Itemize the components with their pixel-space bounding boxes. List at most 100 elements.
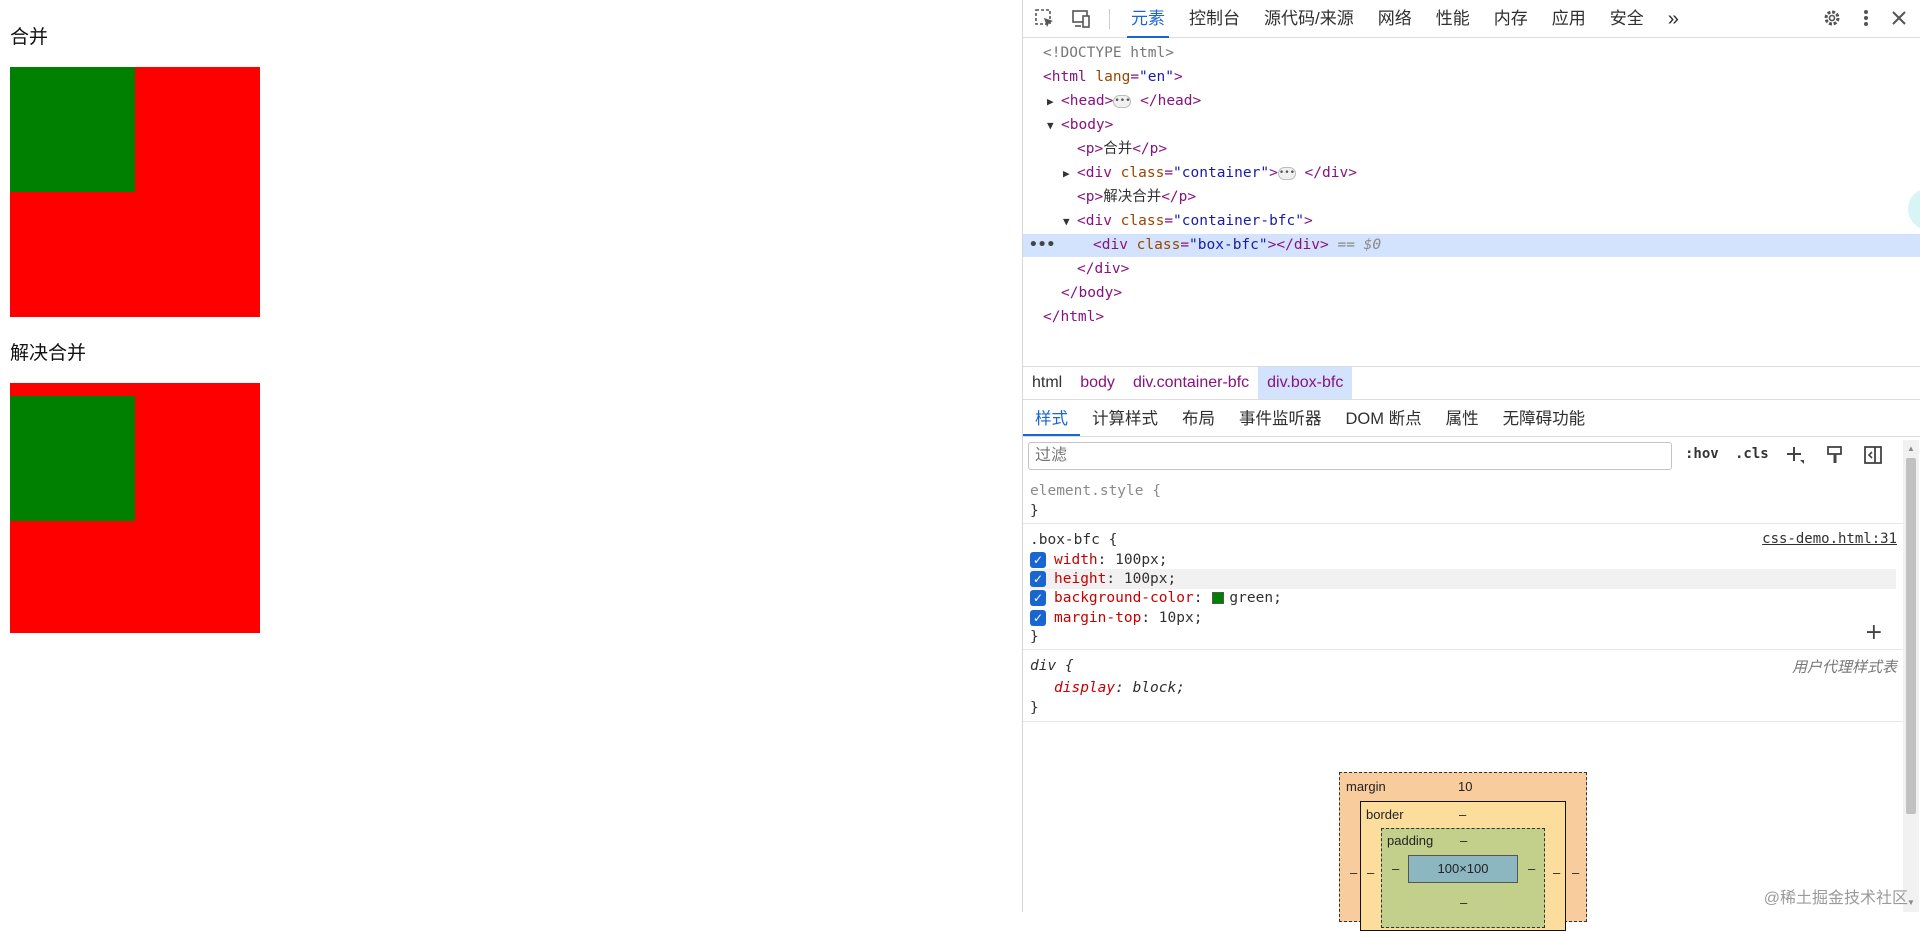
dom-p-merge[interactable]: <p>合并</p>: [1077, 138, 1167, 161]
color-swatch[interactable]: [1212, 592, 1225, 604]
padding-top-value[interactable]: –: [1460, 833, 1467, 848]
watermark: @稀土掘金技术社区: [1763, 890, 1908, 907]
toolbar-separator: [1109, 9, 1110, 29]
collapse-triangle-icon[interactable]: ▼: [1063, 210, 1077, 233]
box-model-content[interactable]: 100×100: [1408, 855, 1518, 883]
scrollbar-thumb[interactable]: [1906, 458, 1916, 814]
element-style-close: }: [1030, 503, 1039, 519]
ua-prop-display: display: block;: [1054, 680, 1185, 696]
tab-network[interactable]: 网络: [1366, 0, 1424, 38]
dom-tree: <!DOCTYPE html> <html lang="en"> ▶ <head>…: [1023, 40, 1920, 330]
add-property-plus-icon[interactable]: +: [1865, 620, 1883, 645]
border-right-value[interactable]: –: [1553, 865, 1560, 880]
heading-unmerge: 解决合并: [10, 342, 87, 364]
box-model-margin: margin 10 – – border – – – padding – – –…: [1339, 772, 1587, 931]
border-left-value[interactable]: –: [1367, 865, 1374, 880]
tab-dom-breakpoints[interactable]: DOM 断点: [1334, 401, 1434, 436]
settings-gear-icon[interactable]: [1821, 7, 1843, 34]
user-agent-stylesheet-label: 用户代理样式表: [1791, 659, 1897, 676]
border-label: border: [1366, 807, 1404, 822]
checkbox-checked-icon[interactable]: ✓: [1030, 590, 1046, 606]
inspect-element-icon[interactable]: [1033, 7, 1057, 31]
tab-security[interactable]: 安全: [1598, 0, 1656, 38]
node-actions-ellipsis-icon[interactable]: •••: [1029, 234, 1055, 257]
prop-margin-top[interactable]: ✓ margin-top: 10px;: [1030, 608, 1202, 628]
prop-background-color[interactable]: ✓ background-color: green;: [1030, 588, 1282, 608]
tab-properties[interactable]: 属性: [1434, 401, 1491, 436]
tab-application[interactable]: 应用: [1540, 0, 1598, 38]
device-toolbar-icon[interactable]: [1069, 7, 1093, 31]
cls-toggle-button[interactable]: .cls: [1735, 446, 1769, 462]
ua-div-selector[interactable]: div {: [1030, 656, 1074, 676]
padding-right-value[interactable]: –: [1528, 861, 1535, 876]
prop-width[interactable]: ✓ width: 100px;: [1030, 550, 1168, 570]
dom-html-open[interactable]: <html lang="en">: [1043, 66, 1183, 89]
tab-elements[interactable]: 元素: [1119, 0, 1177, 38]
padding-label: padding: [1387, 833, 1434, 848]
checkbox-checked-icon[interactable]: ✓: [1030, 552, 1046, 568]
margin-left-value[interactable]: –: [1350, 865, 1357, 880]
element-style-selector[interactable]: element.style {: [1030, 481, 1161, 501]
border-top-value[interactable]: –: [1459, 807, 1466, 822]
dom-html-close[interactable]: </html>: [1043, 306, 1104, 329]
green-box-bfc: [10, 396, 135, 521]
breadcrumb-html[interactable]: html: [1023, 367, 1071, 399]
more-options-kebab-icon[interactable]: [1859, 7, 1873, 34]
rule-source-link[interactable]: css-demo.html:31: [1762, 531, 1897, 547]
filter-input[interactable]: [1028, 442, 1672, 470]
tab-accessibility[interactable]: 无障碍功能: [1491, 401, 1598, 436]
page-viewport: 合并 解决合并: [0, 0, 1022, 912]
margin-right-value[interactable]: –: [1572, 865, 1579, 880]
scroll-down-arrow-icon[interactable]: ▼: [1907, 898, 1915, 907]
tab-event-listeners[interactable]: 事件监听器: [1227, 401, 1334, 436]
dom-div-container[interactable]: ▶ <div class="container">••• </div>: [1063, 162, 1357, 185]
devtools-panel: 元素 控制台 源代码/来源 网络 性能 内存 应用 安全 » <!DOCTYPE…: [1022, 0, 1920, 931]
checkbox-checked-icon[interactable]: ✓: [1030, 610, 1046, 626]
dom-div-box-bfc-selected[interactable]: ••• <div class="box-bfc"></div> == $0: [1023, 234, 1920, 257]
breadcrumb-box-bfc[interactable]: div.box-bfc: [1258, 367, 1353, 399]
new-rule-plus-icon[interactable]: [1783, 444, 1807, 468]
dom-body-close[interactable]: </body>: [1061, 282, 1122, 305]
box-model-padding: padding – – – 100×100 –: [1381, 828, 1545, 928]
tab-styles[interactable]: 样式: [1023, 401, 1080, 436]
breadcrumb-body[interactable]: body: [1071, 367, 1124, 399]
checkbox-checked-icon[interactable]: ✓: [1030, 571, 1046, 587]
close-devtools-icon[interactable]: [1889, 7, 1909, 34]
toggle-sidebar-icon[interactable]: [1861, 444, 1885, 468]
devtools-tabs: 元素 控制台 源代码/来源 网络 性能 内存 应用 安全 »: [1119, 0, 1691, 38]
tab-layout[interactable]: 布局: [1170, 401, 1227, 436]
tab-performance[interactable]: 性能: [1424, 0, 1482, 38]
selected-node-marker: == $0: [1337, 237, 1382, 253]
heading-merge: 合并: [10, 26, 49, 48]
dom-div-container-bfc[interactable]: ▼ <div class="container-bfc">: [1063, 210, 1313, 233]
scroll-up-arrow-icon[interactable]: ▲: [1907, 444, 1915, 453]
dom-div-close[interactable]: </div>: [1077, 258, 1129, 281]
breadcrumb-container-bfc[interactable]: div.container-bfc: [1124, 367, 1258, 399]
expand-triangle-icon[interactable]: ▶: [1063, 162, 1077, 185]
toolbar-actions: [1821, 7, 1909, 34]
prop-height[interactable]: ✓ height: 100px;: [1030, 569, 1896, 589]
tab-memory[interactable]: 内存: [1482, 0, 1540, 38]
box-bfc-rule: .box-bfc { css-demo.html:31 ✓ width: 100p…: [1023, 524, 1903, 650]
tab-console[interactable]: 控制台: [1177, 0, 1252, 38]
styles-scrollbar[interactable]: ▲ ▼: [1903, 440, 1919, 912]
dom-p-unmerge[interactable]: <p>解决合并</p>: [1077, 186, 1196, 209]
styles-filter-bar: :hov .cls: [1023, 440, 1903, 474]
tab-sources[interactable]: 源代码/来源: [1252, 0, 1366, 38]
breadcrumb: html body div.container-bfc div.box-bfc: [1023, 366, 1920, 400]
hov-toggle-button[interactable]: :hov: [1685, 446, 1719, 462]
collapsed-ellipsis-icon[interactable]: •••: [1113, 94, 1132, 108]
box-bfc-selector[interactable]: .box-bfc {: [1030, 530, 1117, 550]
collapsed-ellipsis-icon[interactable]: •••: [1277, 166, 1296, 180]
collapse-triangle-icon[interactable]: ▼: [1047, 114, 1061, 137]
padding-left-value[interactable]: –: [1392, 861, 1399, 876]
dom-head[interactable]: ▶ <head>••• </head>: [1047, 90, 1201, 113]
tab-computed[interactable]: 计算样式: [1080, 401, 1170, 436]
more-tabs-button[interactable]: »: [1656, 0, 1691, 38]
dom-body-open[interactable]: ▼ <body>: [1047, 114, 1113, 137]
dom-doctype[interactable]: <!DOCTYPE html>: [1043, 42, 1174, 65]
margin-top-value[interactable]: 10: [1458, 779, 1472, 794]
expand-triangle-icon[interactable]: ▶: [1047, 90, 1061, 113]
padding-bottom-value[interactable]: –: [1460, 895, 1467, 910]
paint-brush-icon[interactable]: [1823, 444, 1847, 468]
